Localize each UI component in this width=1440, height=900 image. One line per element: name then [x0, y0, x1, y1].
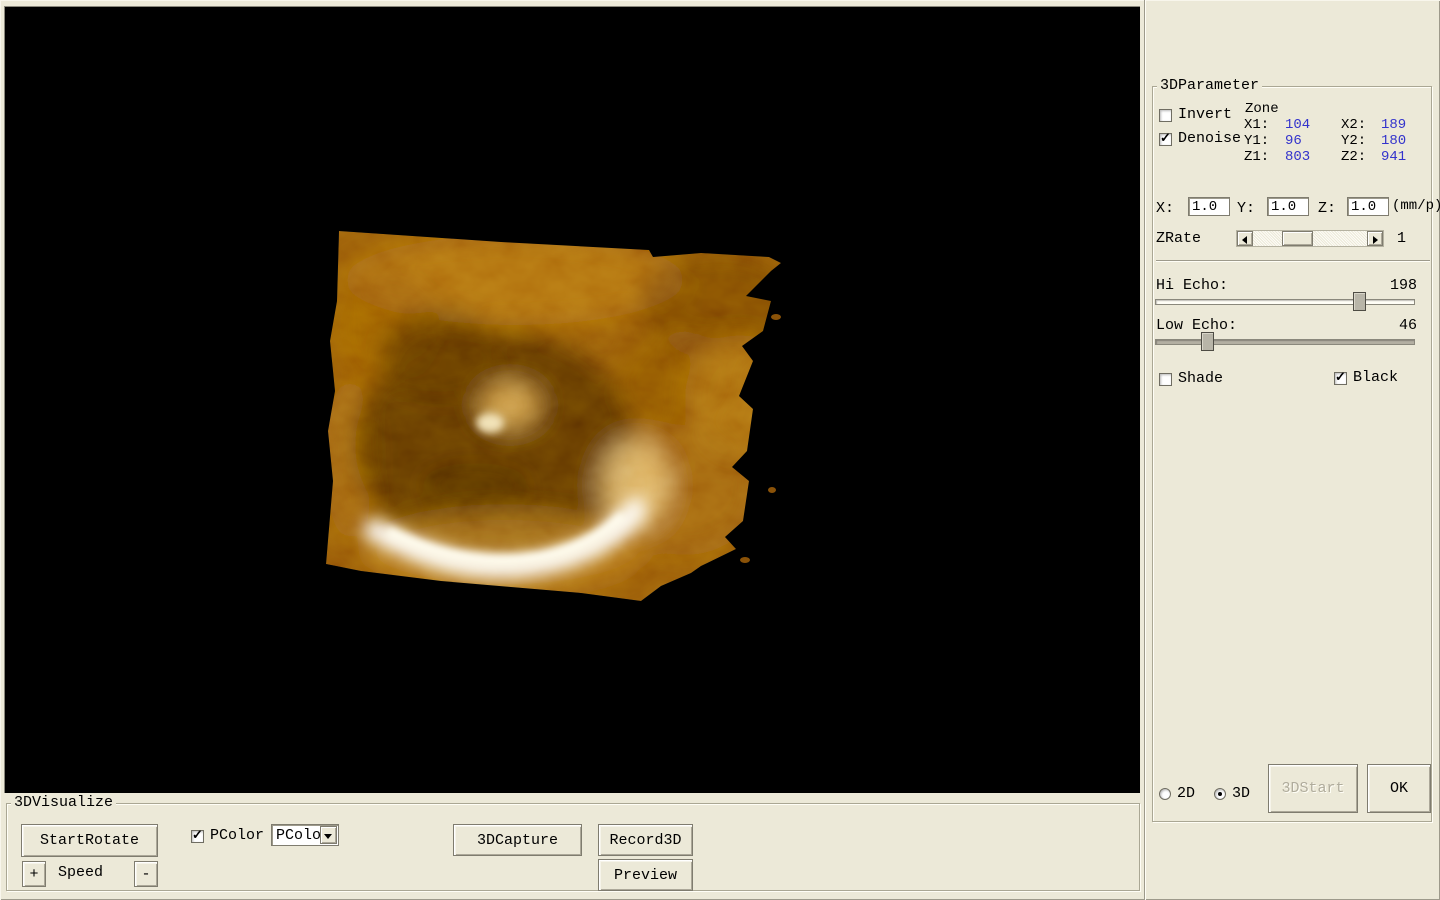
hi-echo-track[interactable] [1155, 299, 1415, 305]
zone-z1-label: Z1: [1244, 149, 1270, 165]
3dstart-button[interactable]: 3DStart [1268, 764, 1358, 813]
hi-echo-slider[interactable] [1155, 292, 1415, 312]
separator [1156, 260, 1430, 262]
zone-y2-label: Y2: [1341, 133, 1367, 149]
visualize-groupbox: 3DVisualize StartRotate + Speed - PColor… [6, 795, 1140, 891]
speed-label: Speed [58, 864, 104, 881]
shade-checkbox[interactable] [1159, 373, 1172, 386]
zone-x1-label: X1: [1244, 117, 1270, 133]
zone-label: Zone [1245, 101, 1279, 117]
parameter-groupbox: 3DParameter Invert Denoise Zone X1: 104 … [1152, 78, 1440, 822]
scale-z-label: Z: [1318, 200, 1337, 217]
parameter-group-title: 3DParameter [1157, 78, 1263, 94]
start-rotate-button[interactable]: StartRotate [21, 824, 158, 857]
low-echo-thumb[interactable] [1201, 332, 1214, 351]
pcolor-dropdown[interactable]: PColor [271, 824, 339, 846]
zone-y1-label: Y1: [1244, 133, 1270, 149]
zone-y2-value: 180 [1381, 133, 1407, 149]
zone-z2-value: 941 [1381, 149, 1407, 165]
panel-divider [1144, 0, 1146, 900]
app-window: { "colors": { "panel_bg": "#ece9d8", "va… [0, 0, 1440, 900]
scale-z-input[interactable] [1347, 197, 1389, 216]
scale-x-label: X: [1156, 200, 1175, 217]
zone-x1-value: 104 [1285, 117, 1311, 133]
pcolor-checkbox-label: PColor [210, 827, 265, 844]
scale-unit-label: (mm/p) [1392, 198, 1440, 214]
visualize-group-title: 3DVisualize [11, 795, 117, 811]
zone-y1-value: 96 [1285, 133, 1302, 149]
shade-label: Shade [1178, 370, 1224, 387]
invert-checkbox[interactable] [1159, 109, 1172, 122]
record3d-button[interactable]: Record3D [598, 824, 693, 856]
speed-minus-button[interactable]: - [134, 861, 158, 887]
zrate-scrollbar[interactable] [1236, 230, 1384, 247]
zone-x2-label: X2: [1341, 117, 1367, 133]
zrate-left-arrow-icon[interactable] [1237, 231, 1253, 246]
denoise-checkbox[interactable] [1159, 131, 1172, 146]
3dcapture-button[interactable]: 3DCapture [453, 824, 582, 856]
pcolor-dropdown-button[interactable] [320, 826, 337, 844]
zone-z1-value: 803 [1285, 149, 1311, 165]
zone-x2-value: 189 [1381, 117, 1407, 133]
mode-2d-label: 2D [1177, 785, 1196, 802]
speed-plus-button[interactable]: + [22, 861, 46, 887]
mode-3d-radio[interactable] [1214, 788, 1226, 800]
zrate-value: 1 [1397, 230, 1407, 247]
render-viewport[interactable] [4, 6, 1140, 793]
ok-button[interactable]: OK [1367, 764, 1431, 813]
zrate-right-arrow-icon[interactable] [1367, 231, 1383, 246]
denoise-label: Denoise [1178, 130, 1242, 147]
mode-3d-label: 3D [1232, 785, 1251, 802]
mode-2d-radio[interactable] [1159, 788, 1171, 800]
black-label: Black [1353, 369, 1399, 386]
invert-label: Invert [1178, 106, 1233, 123]
scale-x-input[interactable] [1188, 197, 1230, 216]
low-echo-slider[interactable] [1155, 332, 1415, 352]
preview-button[interactable]: Preview [598, 859, 693, 891]
ultrasound-volume-render[interactable] [325, 230, 790, 605]
zone-z2-label: Z2: [1341, 149, 1367, 165]
scale-y-input[interactable] [1267, 197, 1309, 216]
chevron-down-icon [324, 834, 332, 839]
black-checkbox[interactable] [1334, 370, 1347, 385]
hi-echo-thumb[interactable] [1353, 292, 1366, 311]
scale-y-label: Y: [1237, 200, 1256, 217]
low-echo-track[interactable] [1155, 339, 1415, 345]
zrate-label: ZRate [1156, 230, 1202, 247]
pcolor-checkbox[interactable] [191, 828, 204, 843]
zrate-scrollbar-thumb[interactable] [1282, 231, 1313, 246]
